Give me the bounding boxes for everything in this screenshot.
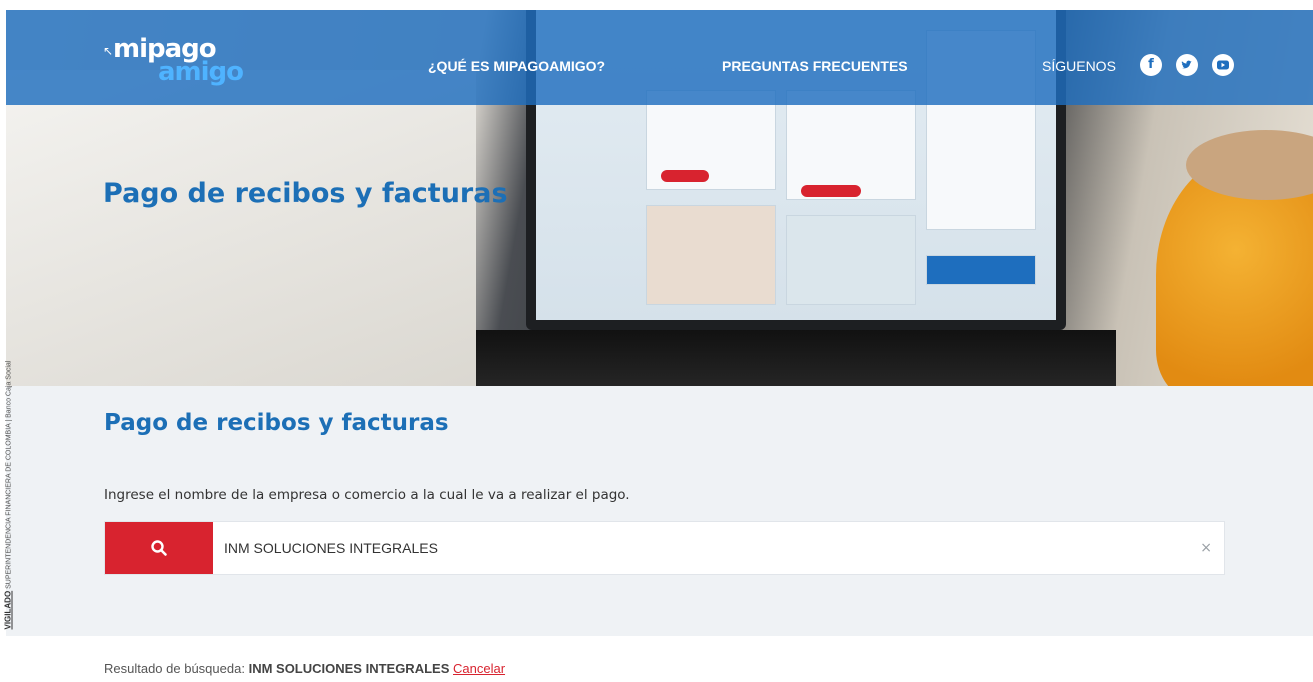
mipagoamigo-logo[interactable]: ↖ mipago amigo [103, 34, 263, 90]
hero-keyboard [476, 330, 1116, 386]
youtube-icon[interactable] [1212, 54, 1234, 76]
cancel-link[interactable]: Cancelar [453, 661, 505, 676]
page-title: Pago de recibos y facturas [104, 410, 449, 436]
search-instructions: Ingrese el nombre de la empresa o comerc… [104, 487, 630, 503]
logo-text-line2: amigo [158, 57, 244, 87]
clear-search-icon[interactable]: × [1200, 540, 1212, 556]
vigilado-badge: VIGILADO SUPERINTENDENCIA FINANCIERA DE … [3, 360, 13, 630]
search-icon [151, 540, 167, 556]
results-prefix: Resultado de búsqueda: [104, 661, 245, 676]
hero-title: Pago de recibos y facturas [103, 178, 508, 209]
facebook-icon[interactable]: f [1140, 54, 1162, 76]
results-query: INM SOLUCIONES INTEGRALES [248, 661, 450, 676]
twitter-icon[interactable] [1176, 54, 1198, 76]
logo-arrow-icon: ↖ [103, 44, 114, 58]
nav-link-que-es[interactable]: ¿QUÉ ES MIPAGOAMIGO? [428, 58, 605, 74]
top-navbar: ↖ mipago amigo ¿QUÉ ES MIPAGOAMIGO? PREG… [6, 10, 1313, 105]
search-button[interactable] [105, 522, 213, 574]
search-results-line: Resultado de búsqueda: INM SOLUCIONES IN… [104, 661, 505, 676]
nav-link-preguntas-frecuentes[interactable]: PREGUNTAS FRECUENTES [722, 58, 908, 74]
search-bar: × [104, 521, 1225, 575]
social-label: SÍGUENOS [1042, 58, 1116, 74]
hero-paper-image [6, 70, 476, 386]
search-input[interactable] [213, 522, 1183, 574]
